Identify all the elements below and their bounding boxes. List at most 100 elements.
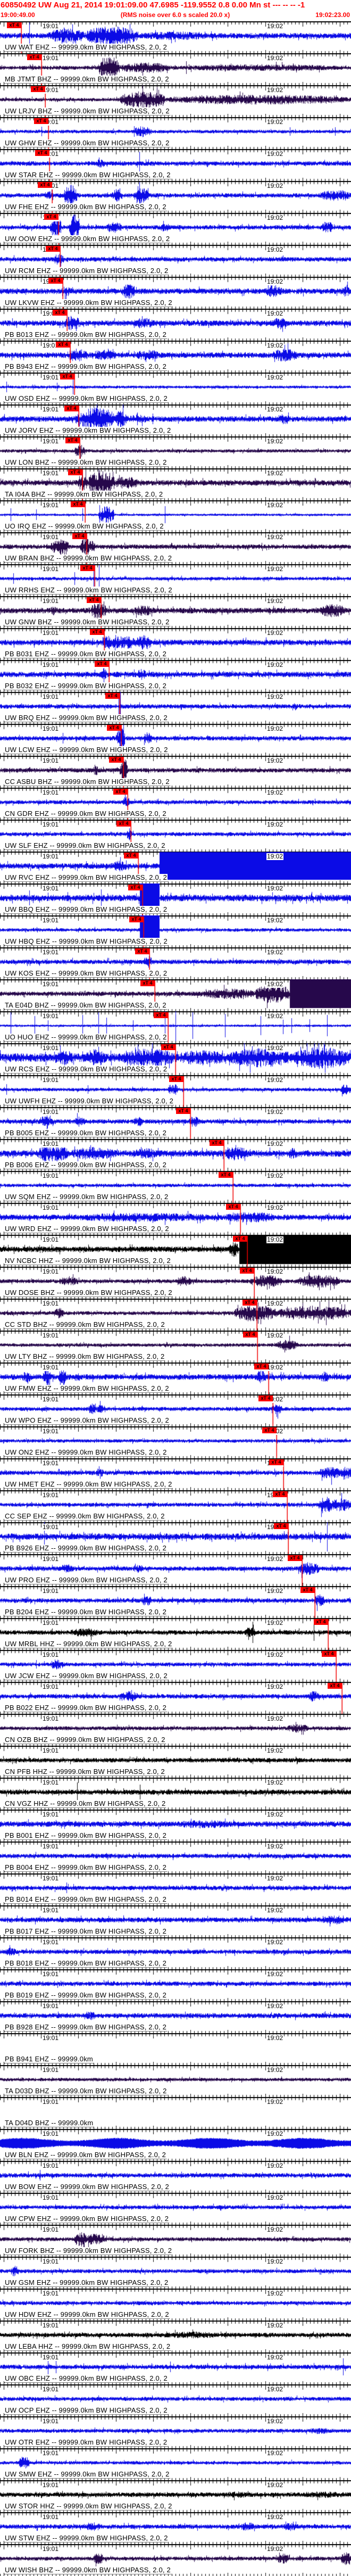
trace-label[interactable]: TA I04A BHZ -- 99999.0km BW HIGHPASS, 2.… <box>4 491 164 499</box>
trace-label[interactable]: PB B926 EHZ -- 99999.0km BW HIGHPASS, 2.… <box>4 1545 168 1553</box>
trace-label[interactable]: UW OBC EHZ -- 99999.0km BW HIGHPASS, 2.0… <box>4 2375 168 2383</box>
pick-flag[interactable]: xT 4 <box>44 214 59 220</box>
trace-label[interactable]: PB B005 EHZ -- 99999.0km BW HIGHPASS, 2.… <box>4 1129 168 1137</box>
trace-label[interactable]: UW STW EHZ -- 99999.0km BW HIGHPASS, 2.0… <box>4 2534 169 2542</box>
pick-flag[interactable]: xT 4 <box>269 1459 283 1465</box>
pick-flag[interactable]: xT 4 <box>64 406 79 411</box>
pick-flag[interactable]: xT 4 <box>322 1651 336 1657</box>
trace-label[interactable]: UW GHW EHZ -- 99999.0km BW HIGHPASS, 2.0… <box>4 139 170 147</box>
trace-label[interactable]: PB B928 EHZ -- 99999.0km BW HIGHPASS, 2.… <box>4 2024 168 2032</box>
pick-flag[interactable]: xT 4 <box>7 22 21 28</box>
pick-flag[interactable]: xT 4 <box>60 374 74 379</box>
pick-flag[interactable]: xT 4 <box>300 1587 315 1593</box>
pick-flag[interactable]: xT 4 <box>258 1396 273 1401</box>
trace-label[interactable]: NV NCBC HHZ -- 99999.0km BW HIGHPASS, 2.… <box>4 1257 171 1265</box>
pick-flag[interactable]: xT 4 <box>90 629 104 635</box>
pick-flag[interactable]: xT 4 <box>65 437 80 443</box>
trace-label[interactable]: UW WAT EHZ -- 99999.0km BW HIGHPASS, 2.0… <box>4 44 168 52</box>
pick-flag[interactable]: xT 4 <box>35 150 49 156</box>
pick-flag[interactable]: xT 4 <box>56 342 70 348</box>
trace-label[interactable]: UW CPW EHZ -- 99999.0km BW HIGHPASS, 2.0… <box>4 2215 170 2223</box>
pick-flag[interactable]: xT 4 <box>105 693 120 699</box>
pick-flag[interactable]: xT 4 <box>161 1044 176 1050</box>
trace-label[interactable]: UW HBQ EHZ -- 99999.0km BW HIGHPASS, 2.0… <box>4 938 168 946</box>
trace-label[interactable]: PB B017 EHZ -- 99999.0km BW HIGHPASS, 2.… <box>4 1928 168 1936</box>
trace-label[interactable]: UW LCW EHZ -- 99999.0km BW HIGHPASS, 2.0… <box>4 746 169 754</box>
pick-flag[interactable]: xT 4 <box>71 501 85 507</box>
trace-label[interactable]: UW OTR EHZ -- 99999.0km BW HIGHPASS, 2.0… <box>4 2439 168 2447</box>
trace-label[interactable]: UW OCP EHZ -- 99999.0km BW HIGHPASS, 2.0… <box>4 2407 168 2415</box>
pick-flag[interactable]: xT 4 <box>154 1012 168 1018</box>
pick-flag[interactable]: xT 4 <box>328 1683 342 1689</box>
trace-label[interactable]: UW RVC EHZ -- 99999.0km BW HIGHPASS, 2.0… <box>4 874 168 882</box>
trace-label[interactable]: CN PFB HHZ -- 99999.0km BW HIGHPASS, 2.0… <box>4 1768 165 1776</box>
trace-label[interactable]: UW KOS EHZ -- 99999.0km BW HIGHPASS, 2.0… <box>4 970 168 978</box>
pick-flag[interactable]: xT 4 <box>169 1076 183 1082</box>
pick-flag[interactable]: xT 4 <box>240 1268 254 1274</box>
trace-label[interactable]: UW GSM EHZ -- 99999.0km BW HIGHPASS, 2.0… <box>4 2279 169 2287</box>
pick-flag[interactable]: xT 4 <box>314 1619 328 1625</box>
pick-flag[interactable]: xT 4 <box>210 1140 224 1146</box>
trace-label[interactable]: TA D03D BHZ -- 99999.0km BW HIGHPASS, 2.… <box>4 2087 168 2095</box>
pick-flag[interactable]: xT 4 <box>53 310 67 316</box>
pick-flag[interactable]: xT 4 <box>107 725 121 731</box>
pick-flag[interactable]: xT 4 <box>233 1236 247 1242</box>
trace-label[interactable]: UW HMET EHZ -- 99999.0km BW HIGHPASS, 2.… <box>4 1481 173 1489</box>
trace-label[interactable]: UW OOW EHZ -- 99999.0km BW HIGHPASS, 2.0… <box>4 235 171 243</box>
trace-label[interactable]: UW WISH BHZ -- 99999.0km BW HIGHPASS, 2.… <box>4 2566 171 2574</box>
trace-label[interactable]: UW LKVW EHZ -- 99999.0km BW HIGHPASS, 2.… <box>4 299 173 307</box>
pick-flag[interactable]: xT 4 <box>274 1523 288 1529</box>
pick-flag[interactable]: xT 4 <box>140 980 155 986</box>
pick-flag[interactable]: xT 4 <box>46 246 60 252</box>
trace-label[interactable]: UW GNW BHZ -- 99999.0km BW HIGHPASS, 2.0… <box>4 618 170 626</box>
pick-flag[interactable]: xT 4 <box>243 1332 257 1337</box>
pick-flag[interactable]: xT 4 <box>176 1108 190 1114</box>
pick-flag[interactable]: xT 4 <box>129 917 144 922</box>
trace-label[interactable]: UW RCM EHZ -- 99999.0km BW HIGHPASS, 2.0… <box>4 267 169 275</box>
trace-label[interactable]: UO HUO EHZ -- 99999.0km BW HIGHPASS, 2.0… <box>4 1034 168 1042</box>
trace-label[interactable]: UO IRQ EHZ -- 99999.0km BW HIGHPASS, 2.0… <box>4 523 164 531</box>
trace-label[interactable]: UW WPO EHZ -- 99999.0km BW HIGHPASS, 2.0… <box>4 1417 170 1425</box>
pick-flag[interactable]: xT 4 <box>48 278 63 284</box>
trace-label[interactable]: PB B941 EHZ -- 99999.0km <box>4 2055 94 2063</box>
trace-label[interactable]: PB B013 EHZ -- 99999.0km BW HIGHPASS, 2.… <box>4 331 168 339</box>
trace-label[interactable]: UW WRD EHZ -- 99999.0km BW HIGHPASS, 2.0… <box>4 1225 170 1233</box>
trace-label[interactable]: UW BRQ EHZ -- 99999.0km BW HIGHPASS, 2.0… <box>4 714 168 722</box>
trace-label[interactable]: CN VGZ HHZ -- 99999.0km BW HIGHPASS, 2.0… <box>4 1800 166 1808</box>
trace-label[interactable]: PB B022 EHZ -- 99999.0km BW HIGHPASS, 2.… <box>4 1704 168 1712</box>
pick-flag[interactable]: xT 4 <box>95 661 109 667</box>
trace-label[interactable]: CC STD BHZ -- 99999.0km BW HIGHPASS, 2.0… <box>4 1321 165 1329</box>
trace-label[interactable]: UW MRBL HHZ -- 99999.0km BW HIGHPASS, 2.… <box>4 1640 173 1648</box>
pick-flag[interactable]: xT 4 <box>288 1555 302 1561</box>
trace-label[interactable]: PB B018 EHZ -- 99999.0km BW HIGHPASS, 2.… <box>4 1960 168 1968</box>
trace-label[interactable]: TA E04D BHZ -- 99999.0km BW HIGHPASS, 2.… <box>4 1002 167 1010</box>
trace-label[interactable]: UW JCW EHZ -- 99999.0km BW HIGHPASS, 2.0… <box>4 1672 168 1680</box>
trace-label[interactable]: UW FORK BHZ -- 99999.0km BW HIGHPASS, 2.… <box>4 2247 173 2255</box>
trace-label[interactable]: UW STOR HHZ -- 99999.0km BW HIGHPASS, 2.… <box>4 2503 173 2511</box>
pick-flag[interactable]: xT 4 <box>124 853 138 858</box>
trace-label[interactable]: CN GDR EHZ -- 99999.0km BW HIGHPASS, 2.0… <box>4 810 167 818</box>
trace-label[interactable]: PB B019 EHZ -- 99999.0km BW HIGHPASS, 2.… <box>4 1992 168 2000</box>
trace-label[interactable]: UW PRO EHZ -- 99999.0km BW HIGHPASS, 2.0… <box>4 1576 168 1584</box>
trace-label[interactable]: UW UWFH EHZ -- 99999.0km BW HIGHPASS, 2.… <box>4 1097 174 1105</box>
trace-label[interactable]: CC ASBU BHZ -- 99999.0km BW HIGHPASS, 2.… <box>4 778 170 786</box>
trace-label[interactable]: UW OSD EHZ -- 99999.0km BW HIGHPASS, 2.0… <box>4 395 168 403</box>
pick-flag[interactable]: xT 4 <box>262 1427 277 1433</box>
trace-label[interactable]: CN OZB BHZ -- 99999.0km BW HIGHPASS, 2.0… <box>4 1736 166 1744</box>
trace-label[interactable]: PB B001 EHZ -- 99999.0km BW HIGHPASS, 2.… <box>4 1832 168 1840</box>
trace-label[interactable]: UW BOW EHZ -- 99999.0km BW HIGHPASS, 2.0… <box>4 2183 170 2191</box>
trace-label[interactable]: PB B032 EHZ -- 99999.0km BW HIGHPASS, 2.… <box>4 682 168 690</box>
trace-label[interactable]: CC SEP EHZ -- 99999.0km BW HIGHPASS, 2.0… <box>4 1513 165 1521</box>
trace-label[interactable]: PB B004 EHZ -- 99999.0km BW HIGHPASS, 2.… <box>4 1864 168 1872</box>
pick-flag[interactable]: xT 4 <box>273 1491 287 1497</box>
trace-label[interactable]: UW DOSE BHZ -- 99999.0km BW HIGHPASS, 2.… <box>4 1289 173 1297</box>
pick-flag[interactable]: xT 4 <box>128 885 143 890</box>
trace-label[interactable]: MB JTMT BHZ -- 99999.0km BW HIGHPASS, 2.… <box>4 76 170 84</box>
trace-label[interactable]: UW RCS EHZ -- 99999.0km BW HIGHPASS, 2.0… <box>4 1066 168 1074</box>
trace-label[interactable]: UW BLN EHZ -- 99999.0km BW HIGHPASS, 2.0… <box>4 2151 167 2159</box>
pick-flag[interactable]: xT 4 <box>34 118 48 124</box>
pick-flag[interactable]: xT 4 <box>113 789 128 795</box>
pick-flag[interactable]: xT 4 <box>243 1300 257 1306</box>
trace-label[interactable]: UW LRJV BHZ -- 99999.0km BW HIGHPASS, 2.… <box>4 108 170 115</box>
trace-label[interactable]: UW JORV EHZ -- 99999.0km BW HIGHPASS, 2.… <box>4 427 172 435</box>
